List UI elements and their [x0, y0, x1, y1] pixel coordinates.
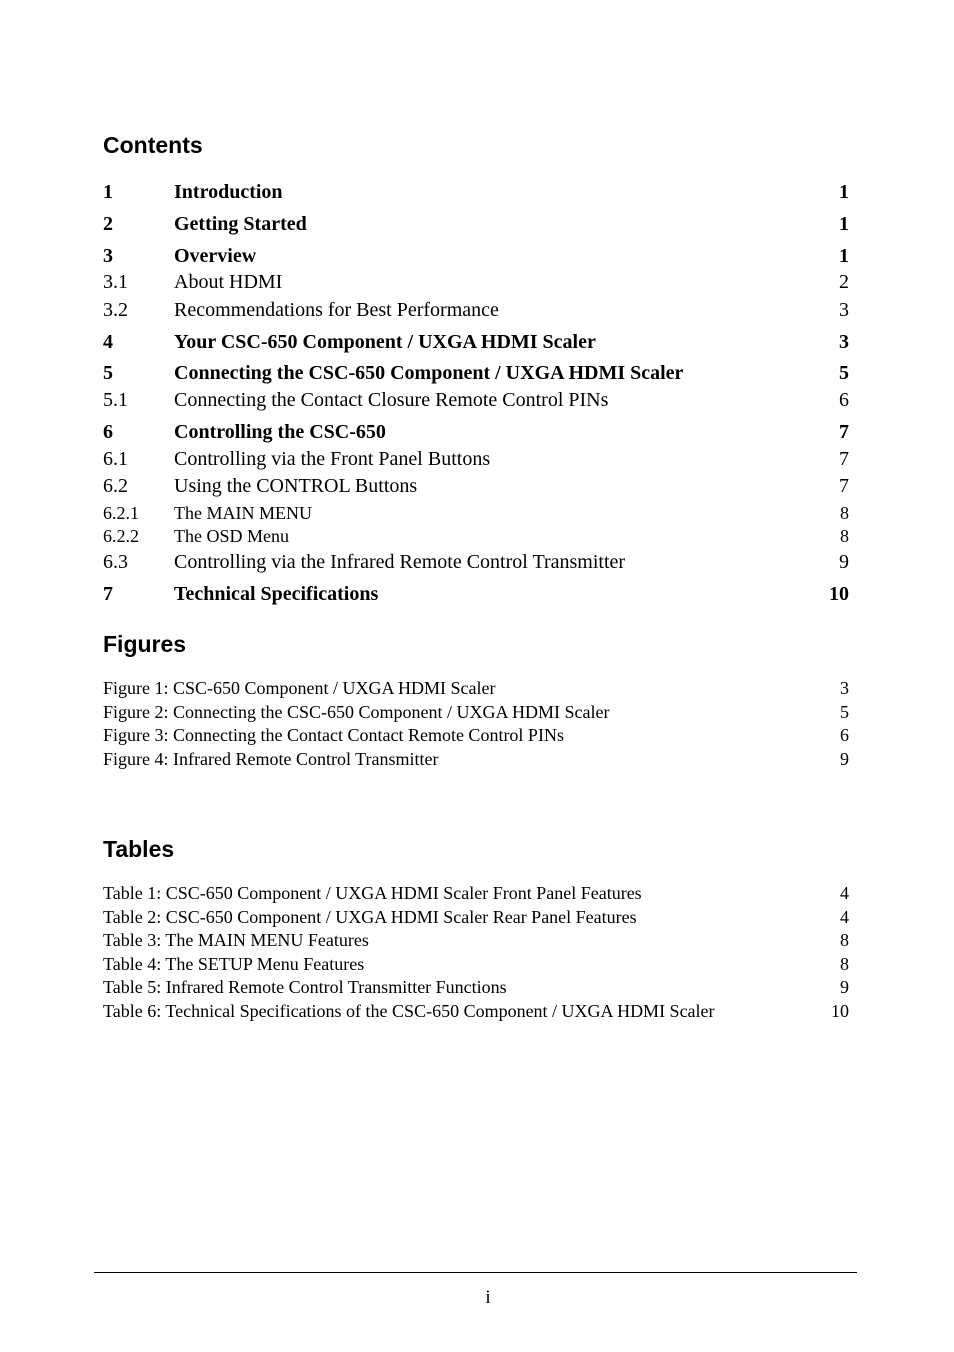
- toc-entry-number: 3: [103, 245, 113, 267]
- toc-entry[interactable]: 3 Overview 1: [103, 245, 849, 268]
- toc-entry-number: 3.2: [103, 299, 128, 321]
- toc-entry-title: Controlling via the Infrared Remote Cont…: [174, 551, 626, 573]
- toc-entry[interactable]: 3.2 Recommendations for Best Performance…: [103, 299, 849, 322]
- toc-entry-page: 7: [839, 475, 849, 497]
- table-entry[interactable]: Table 4: The SETUP Menu Features 8: [103, 954, 849, 975]
- toc-entry-title: Recommendations for Best Performance: [174, 299, 499, 321]
- toc-entry-number: 6.3: [103, 551, 128, 573]
- table-entry-page: 4: [840, 907, 849, 927]
- contents-heading: Contents: [103, 132, 203, 158]
- toc-entry-number: 6.2: [103, 475, 128, 497]
- toc-entry[interactable]: 6.2.2 The OSD Menu 8: [103, 526, 849, 547]
- figures-heading: Figures: [103, 631, 187, 657]
- table-entry[interactable]: Table 5: Infrared Remote Control Transmi…: [103, 977, 849, 998]
- table-entry[interactable]: Table 1: CSC-650 Component / UXGA HDMI S…: [103, 883, 849, 904]
- figure-entry[interactable]: Figure 4: Infrared Remote Control Transm…: [103, 749, 849, 770]
- toc-entry-number: 6.1: [103, 448, 128, 470]
- toc-entry-number: 6.2.2: [103, 526, 139, 546]
- toc-entry-page: 10: [829, 583, 849, 605]
- toc-entry-title: The OSD Menu: [174, 526, 289, 546]
- footer-rule: [94, 1272, 857, 1273]
- toc-entry-page: 1: [839, 181, 849, 203]
- table-entry-title: Table 4: The SETUP Menu Features: [103, 954, 365, 974]
- toc-entry-page: 2: [839, 271, 849, 293]
- toc-entry-number: 2: [103, 213, 113, 235]
- toc-entry[interactable]: 2 Getting Started 1: [103, 213, 849, 236]
- toc-entry-page: 7: [839, 448, 849, 470]
- toc-entry[interactable]: 6.3 Controlling via the Infrared Remote …: [103, 551, 849, 574]
- toc-entry-title: About HDMI: [174, 271, 283, 293]
- toc-entry[interactable]: 5 Connecting the CSC-650 Component / UXG…: [103, 362, 849, 385]
- table-entry-page: 8: [840, 930, 849, 950]
- toc-entry-title: Connecting the CSC-650 Component / UXGA …: [174, 362, 684, 384]
- toc-entry-page: 3: [839, 331, 849, 353]
- toc-entry-page: 1: [839, 213, 849, 235]
- toc-entry-number: 5.1: [103, 389, 128, 411]
- toc-entry-page: 9: [839, 551, 849, 573]
- figure-entry-title: Figure 2: Connecting the CSC-650 Compone…: [103, 702, 610, 722]
- toc-entry[interactable]: 6.1 Controlling via the Front Panel Butt…: [103, 448, 849, 471]
- figure-entry-title: Figure 3: Connecting the Contact Contact…: [103, 725, 564, 745]
- toc-entry-page: 8: [840, 526, 849, 546]
- figure-entry-title: Figure 4: Infrared Remote Control Transm…: [103, 749, 439, 769]
- table-entry-title: Table 3: The MAIN MENU Features: [103, 930, 369, 950]
- toc-entry-title: Controlling the CSC-650: [174, 421, 386, 443]
- table-entry-page: 8: [840, 954, 849, 974]
- table-entry-title: Table 6: Technical Specifications of the…: [103, 1001, 715, 1021]
- toc-entry-number: 7: [103, 583, 113, 605]
- toc-entry-title: Introduction: [174, 181, 283, 203]
- toc-entry-page: 8: [840, 503, 849, 523]
- toc-entry-number: 6: [103, 421, 113, 443]
- toc-entry-number: 1: [103, 181, 113, 203]
- toc-entry[interactable]: 5.1 Connecting the Contact Closure Remot…: [103, 389, 849, 412]
- table-entry-page: 4: [840, 883, 849, 903]
- toc-entry-title: Overview: [174, 245, 257, 267]
- toc-entry-title: Using the CONTROL Buttons: [174, 475, 418, 497]
- toc-entry[interactable]: 6.2.1 The MAIN MENU 8: [103, 503, 849, 524]
- toc-entry-title: Controlling via the Front Panel Buttons: [174, 448, 491, 470]
- page-number: i: [485, 1287, 491, 1308]
- figure-entry-title: Figure 1: CSC-650 Component / UXGA HDMI …: [103, 678, 496, 698]
- toc-entry-number: 6.2.1: [103, 503, 139, 523]
- figure-entry[interactable]: Figure 3: Connecting the Contact Contact…: [103, 725, 849, 746]
- figure-entry-page: 6: [840, 725, 849, 745]
- table-entry[interactable]: Table 3: The MAIN MENU Features 8: [103, 930, 849, 951]
- toc-entry-title: Getting Started: [174, 213, 307, 235]
- toc-entry[interactable]: 6.2 Using the CONTROL Buttons 7: [103, 475, 849, 498]
- table-entry[interactable]: Table 2: CSC-650 Component / UXGA HDMI S…: [103, 907, 849, 928]
- toc-entry[interactable]: 1 Introduction 1: [103, 181, 849, 204]
- figure-entry[interactable]: Figure 1: CSC-650 Component / UXGA HDMI …: [103, 678, 849, 699]
- toc-entry-number: 3.1: [103, 271, 128, 293]
- toc-entry[interactable]: 4 Your CSC-650 Component / UXGA HDMI Sca…: [103, 331, 849, 354]
- figure-entry-page: 3: [840, 678, 849, 698]
- table-entry-page: 10: [831, 1001, 849, 1021]
- toc-entry[interactable]: 7 Technical Specifications 10: [103, 583, 849, 606]
- toc-entry-number: 4: [103, 331, 113, 353]
- figure-entry[interactable]: Figure 2: Connecting the CSC-650 Compone…: [103, 702, 849, 723]
- toc-entry[interactable]: 6 Controlling the CSC-650 7: [103, 421, 849, 444]
- toc-entry-page: 5: [839, 362, 849, 384]
- toc-entry-page: 7: [839, 421, 849, 443]
- table-entry-page: 9: [840, 977, 849, 997]
- toc-entry-title: Technical Specifications: [174, 583, 379, 605]
- toc-entry-title: Connecting the Contact Closure Remote Co…: [174, 389, 609, 411]
- table-entry[interactable]: Table 6: Technical Specifications of the…: [103, 1001, 849, 1022]
- toc-entry-page: 1: [839, 245, 849, 267]
- table-entry-title: Table 5: Infrared Remote Control Transmi…: [103, 977, 507, 997]
- toc-entry-title: Your CSC-650 Component / UXGA HDMI Scale…: [174, 331, 596, 353]
- toc-entry-page: 3: [839, 299, 849, 321]
- toc-entry[interactable]: 3.1 About HDMI 2: [103, 271, 849, 294]
- figure-entry-page: 5: [840, 702, 849, 722]
- toc-entry-page: 6: [839, 389, 849, 411]
- toc-entry-title: The MAIN MENU: [174, 503, 312, 523]
- table-entry-title: Table 1: CSC-650 Component / UXGA HDMI S…: [103, 883, 642, 903]
- figure-entry-page: 9: [840, 749, 849, 769]
- tables-heading: Tables: [103, 836, 175, 862]
- table-entry-title: Table 2: CSC-650 Component / UXGA HDMI S…: [103, 907, 637, 927]
- toc-entry-number: 5: [103, 362, 113, 384]
